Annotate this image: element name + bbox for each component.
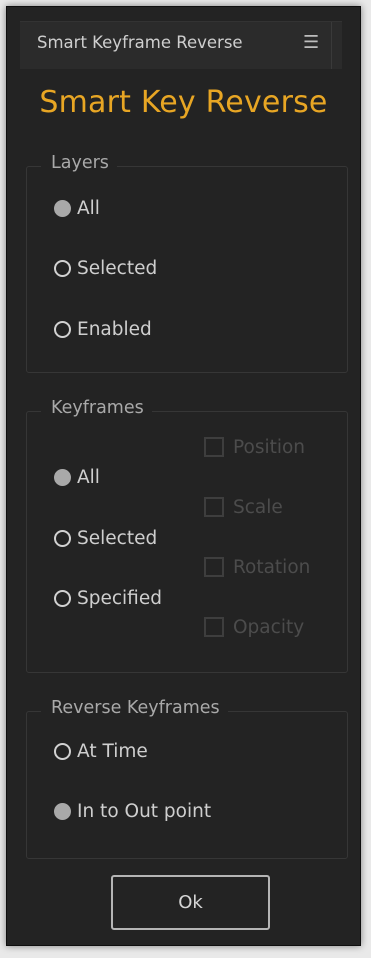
keyframes-option-all[interactable]: All — [54, 464, 100, 490]
reverse-option-in-to-out[interactable]: In to Out point — [54, 798, 211, 824]
reverse-keyframes-group: Reverse Keyframes At Time In to Out poin… — [26, 698, 348, 859]
reverse-option-at-time[interactable]: At Time — [54, 738, 148, 764]
radio-unselected-icon[interactable] — [54, 742, 71, 760]
layers-group: Layers All Selected Enabled — [26, 153, 348, 373]
script-panel: Smart Keyframe Reverse ☰ Smart Key Rever… — [6, 6, 361, 946]
reverse-option-at-time-label: At Time — [77, 740, 148, 762]
property-rotation-label: Rotation — [233, 556, 311, 578]
layers-option-all-label: All — [77, 197, 100, 219]
keyframes-option-selected[interactable]: Selected — [54, 525, 157, 551]
layers-group-label: Layers — [41, 153, 117, 173]
property-opacity-label: Opacity — [233, 616, 305, 638]
property-position-label: Position — [233, 436, 306, 458]
layers-option-selected[interactable]: Selected — [54, 255, 157, 281]
property-checkbox-scale[interactable]: Scale — [204, 494, 283, 520]
radio-unselected-icon[interactable] — [54, 589, 71, 607]
panel-tab-title: Smart Keyframe Reverse — [37, 33, 243, 52]
keyframes-option-all-label: All — [77, 466, 100, 488]
property-scale-label: Scale — [233, 496, 283, 518]
property-checkbox-rotation[interactable]: Rotation — [204, 554, 310, 580]
keyframes-group: Keyframes All Selected Specified Positio… — [26, 398, 348, 673]
panel-tab-bar: Smart Keyframe Reverse ☰ — [7, 7, 360, 69]
panel-content: Smart Key Reverse Layers All Selected En… — [7, 69, 360, 945]
checkbox-icon[interactable] — [204, 497, 224, 517]
layers-option-enabled[interactable]: Enabled — [54, 316, 152, 342]
checkbox-icon[interactable] — [204, 437, 224, 457]
panel-tab[interactable]: Smart Keyframe Reverse ☰ — [20, 21, 342, 69]
reverse-option-in-to-out-label: In to Out point — [77, 800, 212, 822]
property-checkbox-opacity[interactable]: Opacity — [204, 614, 304, 640]
radio-selected-icon[interactable] — [54, 468, 71, 486]
radio-unselected-icon[interactable] — [54, 320, 71, 338]
keyframes-option-specified-label: Specified — [77, 587, 162, 609]
layers-option-all[interactable]: All — [54, 195, 100, 221]
checkbox-icon[interactable] — [204, 617, 224, 637]
layers-option-selected-label: Selected — [77, 257, 158, 279]
radio-selected-icon[interactable] — [54, 802, 71, 820]
keyframes-group-label: Keyframes — [41, 398, 152, 418]
checkbox-icon[interactable] — [204, 557, 224, 577]
keyframes-option-specified[interactable]: Specified — [54, 585, 162, 611]
ok-button[interactable]: Ok — [111, 875, 270, 930]
hamburger-menu-icon[interactable]: ☰ — [303, 32, 319, 53]
radio-unselected-icon[interactable] — [54, 529, 71, 547]
property-checkbox-position[interactable]: Position — [204, 434, 305, 460]
radio-selected-icon[interactable] — [54, 199, 71, 217]
tab-divider — [331, 22, 332, 69]
radio-unselected-icon[interactable] — [54, 259, 71, 277]
panel-heading: Smart Key Reverse — [39, 85, 328, 120]
reverse-keyframes-group-label: Reverse Keyframes — [41, 698, 228, 718]
layers-option-enabled-label: Enabled — [77, 318, 152, 340]
keyframes-option-selected-label: Selected — [77, 527, 158, 549]
